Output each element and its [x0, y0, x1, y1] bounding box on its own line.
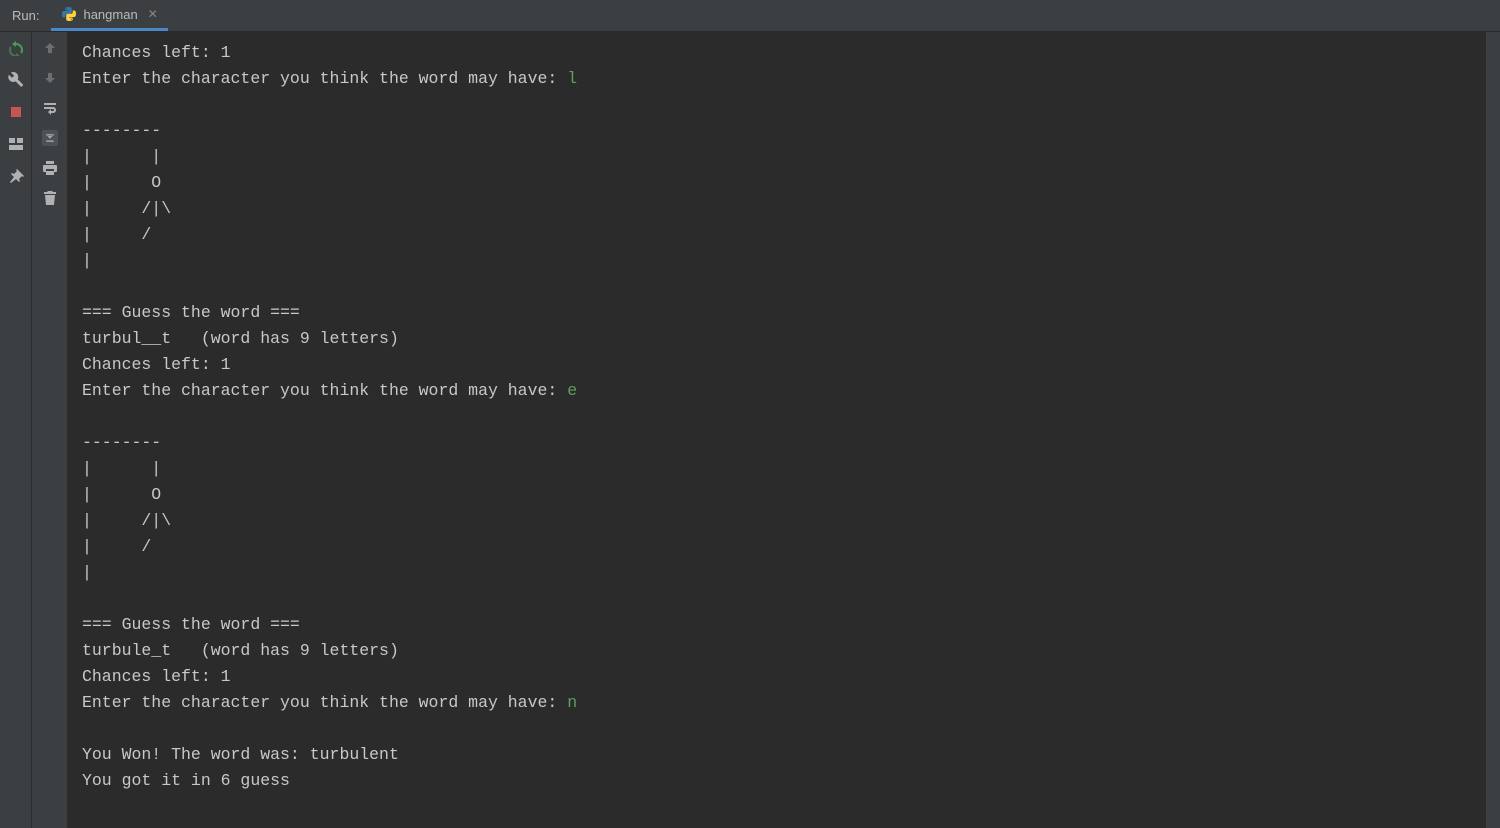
trash-icon[interactable]: [42, 190, 58, 206]
console-line: --------: [82, 121, 161, 140]
up-arrow-icon[interactable]: [42, 40, 58, 56]
console-line: |: [82, 563, 92, 582]
console-line: Chances left: 1: [82, 667, 231, 686]
console-line: You got it in 6 guess: [82, 771, 290, 790]
console-line: | |: [82, 147, 161, 166]
down-arrow-icon[interactable]: [42, 70, 58, 86]
console-line: Enter the character you think the word m…: [82, 69, 567, 88]
console-line: Enter the character you think the word m…: [82, 693, 567, 712]
console-line: | |: [82, 459, 161, 478]
console-line: | O: [82, 173, 161, 192]
layout-icon[interactable]: [8, 136, 24, 152]
soft-wrap-icon[interactable]: [42, 100, 58, 116]
wrench-icon[interactable]: [8, 72, 24, 88]
secondary-toolbar: [32, 32, 68, 828]
python-file-icon: [61, 6, 77, 22]
console-line: | O: [82, 485, 161, 504]
user-input: l: [567, 69, 577, 88]
run-tab-hangman[interactable]: hangman ✕: [51, 1, 167, 31]
console-line: --------: [82, 433, 161, 452]
tab-name: hangman: [83, 7, 137, 22]
console-line: === Guess the word ===: [82, 303, 300, 322]
console-line: | /: [82, 225, 151, 244]
console-line: turbul__t (word has 9 letters): [82, 329, 399, 348]
console-line: === Guess the word ===: [82, 615, 300, 634]
console-output[interactable]: Chances left: 1 Enter the character you …: [68, 32, 1486, 828]
console-line: You Won! The word was: turbulent: [82, 745, 399, 764]
console-line: |: [82, 251, 92, 270]
body-area: Chances left: 1 Enter the character you …: [0, 32, 1500, 828]
scrollbar[interactable]: [1486, 32, 1500, 828]
console-line: Enter the character you think the word m…: [82, 381, 567, 400]
left-toolbar: [0, 32, 32, 828]
run-label: Run:: [0, 8, 51, 23]
pin-icon[interactable]: [8, 168, 24, 184]
user-input: n: [567, 693, 577, 712]
console-line: Chances left: 1: [82, 43, 231, 62]
console-line: | /|\: [82, 511, 171, 530]
console-line: | /: [82, 537, 151, 556]
run-tool-header: Run: hangman ✕: [0, 0, 1500, 32]
rerun-icon[interactable]: [8, 40, 24, 56]
print-icon[interactable]: [42, 160, 58, 176]
console-line: Chances left: 1: [82, 355, 231, 374]
scroll-to-end-icon[interactable]: [42, 130, 58, 146]
stop-icon[interactable]: [8, 104, 24, 120]
close-icon[interactable]: ✕: [148, 7, 158, 21]
console-line: | /|\: [82, 199, 171, 218]
user-input: e: [567, 381, 577, 400]
console-line: turbule_t (word has 9 letters): [82, 641, 399, 660]
